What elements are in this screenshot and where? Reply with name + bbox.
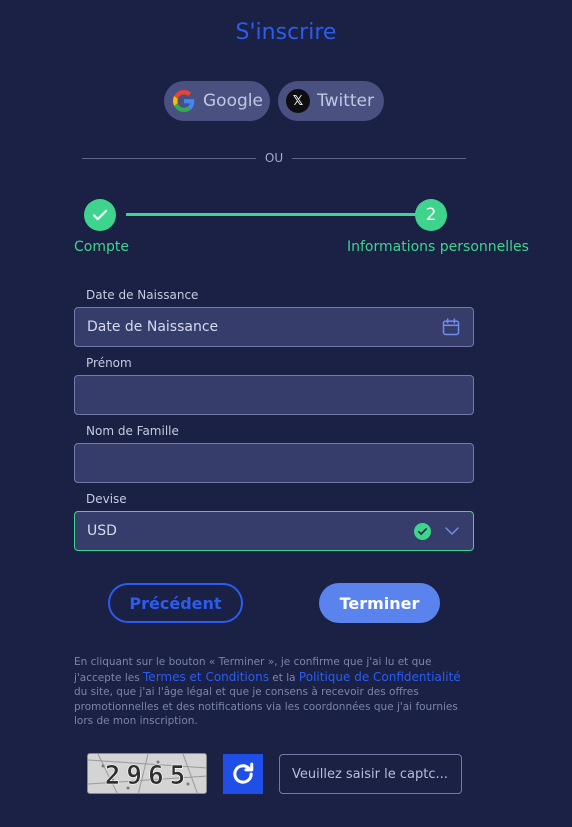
finish-button[interactable]: Terminer xyxy=(319,583,440,623)
divider-line-left xyxy=(82,158,256,159)
twitter-label: Twitter xyxy=(317,91,374,111)
privacy-policy-link[interactable]: Politique de Confidentialité xyxy=(299,670,461,684)
first-name-field[interactable] xyxy=(74,375,474,415)
captcha-image: 2965 xyxy=(87,753,207,794)
refresh-captcha-button[interactable] xyxy=(223,754,263,794)
terms-part-2: et la xyxy=(268,671,299,684)
check-icon xyxy=(92,209,108,221)
birthdate-label: Date de Naissance xyxy=(86,288,199,302)
currency-value: USD xyxy=(87,523,117,539)
step-2-active: 2 xyxy=(415,199,447,231)
divider-text: OU xyxy=(264,151,284,165)
terms-text: En cliquant sur le bouton « Terminer », … xyxy=(74,655,474,729)
last-name-field[interactable] xyxy=(74,443,474,483)
valid-check-icon xyxy=(414,522,431,540)
terms-part-3: du site, que j'ai l'âge légal et que je … xyxy=(74,686,458,727)
birthdate-placeholder: Date de Naissance xyxy=(87,319,219,335)
step-2-number: 2 xyxy=(425,205,437,225)
twitter-signin-button[interactable]: 𝕏 Twitter xyxy=(278,81,384,121)
last-name-label: Nom de Famille xyxy=(86,424,179,438)
step-1-completed xyxy=(84,199,116,231)
terms-conditions-link[interactable]: Termes et Conditions xyxy=(143,670,269,684)
previous-button[interactable]: Précédent xyxy=(108,583,243,623)
x-logo-icon: 𝕏 xyxy=(286,89,310,113)
google-icon xyxy=(172,89,196,113)
birthdate-field[interactable]: Date de Naissance xyxy=(74,307,474,347)
calendar-icon[interactable] xyxy=(441,317,461,337)
page-title: S'inscrire xyxy=(235,20,337,45)
divider-line-right xyxy=(292,158,466,159)
google-label: Google xyxy=(203,91,263,111)
google-signin-button[interactable]: Google xyxy=(164,81,270,121)
currency-label: Devise xyxy=(86,492,127,506)
chevron-down-icon[interactable] xyxy=(443,522,461,540)
currency-select[interactable]: USD xyxy=(74,511,474,551)
stepper-progress-line xyxy=(126,213,416,216)
first-name-label: Prénom xyxy=(86,356,132,370)
refresh-icon xyxy=(233,762,254,784)
captcha-input[interactable] xyxy=(279,754,462,794)
captcha-code: 2965 xyxy=(105,761,192,791)
step-2-label: Informations personnelles xyxy=(347,239,529,255)
step-1-label: Compte xyxy=(74,239,129,255)
